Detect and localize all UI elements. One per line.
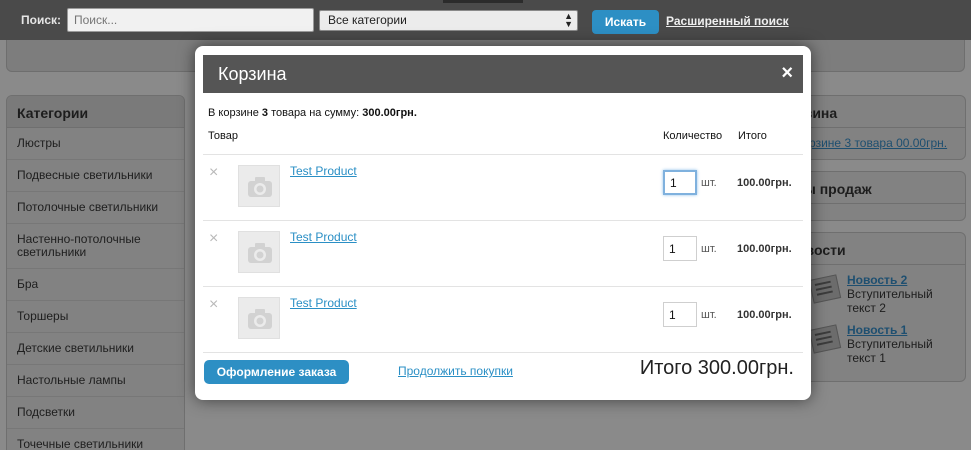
category-select[interactable]: Все категории ▲ ▼: [319, 10, 578, 31]
search-button[interactable]: Искать: [592, 10, 659, 34]
category-item[interactable]: Детские светильники: [7, 333, 184, 365]
category-item[interactable]: Люстры: [7, 128, 184, 160]
modal-header: Корзина ×: [203, 55, 803, 93]
remove-icon[interactable]: ×: [209, 297, 218, 313]
news-link[interactable]: Новость 1: [847, 323, 955, 337]
category-item[interactable]: Точечные светильники: [7, 429, 184, 450]
footer-divider: [203, 352, 803, 353]
cart-widget-link[interactable]: корзине 3 товара 00.00грн.: [797, 136, 947, 150]
quantity-input[interactable]: [663, 302, 697, 327]
remove-icon[interactable]: ×: [209, 231, 218, 247]
quantity-input[interactable]: [663, 170, 697, 195]
cart-modal: Корзина × В корзине 3 товара на сумму: 3…: [195, 46, 811, 400]
right-column: рзина корзине 3 товара 00.00грн. ты прод…: [786, 95, 966, 393]
summary-middle: товара на сумму:: [268, 107, 363, 119]
column-header-quantity: Количество: [663, 130, 723, 142]
product-thumbnail[interactable]: [238, 231, 280, 273]
quantity-input[interactable]: [663, 236, 697, 261]
row-total: 100.00грн.: [737, 309, 792, 321]
top-notch: [443, 0, 523, 3]
top-search-bar: Поиск: Все категории ▲▼ Искать Расширенн…: [0, 0, 971, 40]
column-header-total: Итого: [738, 130, 767, 142]
newspaper-icon: [808, 274, 842, 304]
product-name-link[interactable]: Test Product: [290, 164, 357, 178]
modal-title: Корзина: [218, 64, 287, 84]
quantity-unit: шт.: [701, 177, 717, 189]
category-item[interactable]: Бра: [7, 269, 184, 301]
news-text: Вступительный текст 2: [847, 287, 933, 315]
news-title: овости: [787, 233, 965, 265]
cart-row: × Test Product шт. 100.00грн.: [203, 154, 803, 220]
grand-total: Итого 300.00грн.: [639, 357, 794, 379]
continue-shopping-link[interactable]: Продолжить покупки: [398, 364, 513, 378]
categories-sidebar: Категории Люстры Подвесные светильники П…: [6, 95, 185, 450]
category-item[interactable]: Настольные лампы: [7, 365, 184, 397]
row-total: 100.00грн.: [737, 243, 792, 255]
newspaper-icon: [808, 324, 842, 354]
checkout-button[interactable]: Оформление заказа: [204, 360, 349, 384]
news-item: Новость 2 Вступительный текст 2: [797, 273, 955, 315]
product-name-link[interactable]: Test Product: [290, 296, 357, 310]
search-input[interactable]: [67, 8, 314, 32]
product-name-link[interactable]: Test Product: [290, 230, 357, 244]
cart-row: × Test Product шт. 100.00грн.: [203, 220, 803, 286]
category-item[interactable]: Подсветки: [7, 397, 184, 429]
advanced-search-link[interactable]: Расширенный поиск: [666, 14, 789, 28]
product-thumbnail[interactable]: [238, 297, 280, 339]
sidebar-title: Категории: [7, 96, 184, 128]
cart-row: × Test Product шт. 100.00грн.: [203, 286, 803, 352]
news-link[interactable]: Новость 2: [847, 273, 955, 287]
category-select-value: Все категории: [328, 13, 407, 27]
search-label: Поиск:: [21, 13, 62, 27]
select-arrows-icon: ▲ ▼: [564, 11, 573, 29]
quantity-unit: шт.: [701, 309, 717, 321]
cart-summary: В корзине 3 товара на сумму: 300.00грн.: [208, 107, 417, 119]
row-total: 100.00грн.: [737, 177, 792, 189]
category-item[interactable]: Потолочные светильники: [7, 192, 184, 224]
news-widget: овости Новость 2 Вступительный текст 2 Н…: [786, 232, 966, 382]
summary-sum: 300.00грн.: [362, 107, 417, 119]
cart-widget-title: рзина: [787, 96, 965, 128]
news-item: Новость 1 Вступительный текст 1: [797, 323, 955, 365]
bestsellers-title: ты продаж: [787, 172, 965, 204]
product-thumbnail[interactable]: [238, 165, 280, 207]
camera-icon: [248, 243, 272, 263]
category-item[interactable]: Торшеры: [7, 301, 184, 333]
remove-icon[interactable]: ×: [209, 165, 218, 181]
close-icon[interactable]: ×: [781, 62, 793, 84]
column-header-product: Товар: [208, 130, 238, 142]
news-text: Вступительный текст 1: [847, 337, 933, 365]
camera-icon: [248, 177, 272, 197]
bestsellers-widget: ты продаж: [786, 171, 966, 221]
cart-widget: рзина корзине 3 товара 00.00грн.: [786, 95, 966, 160]
summary-prefix: В корзине: [208, 107, 262, 119]
quantity-unit: шт.: [701, 243, 717, 255]
category-item[interactable]: Подвесные светильники: [7, 160, 184, 192]
category-item[interactable]: Настенно-потолочные светильники: [7, 224, 184, 269]
camera-icon: [248, 309, 272, 329]
category-list: Люстры Подвесные светильники Потолочные …: [7, 128, 184, 450]
